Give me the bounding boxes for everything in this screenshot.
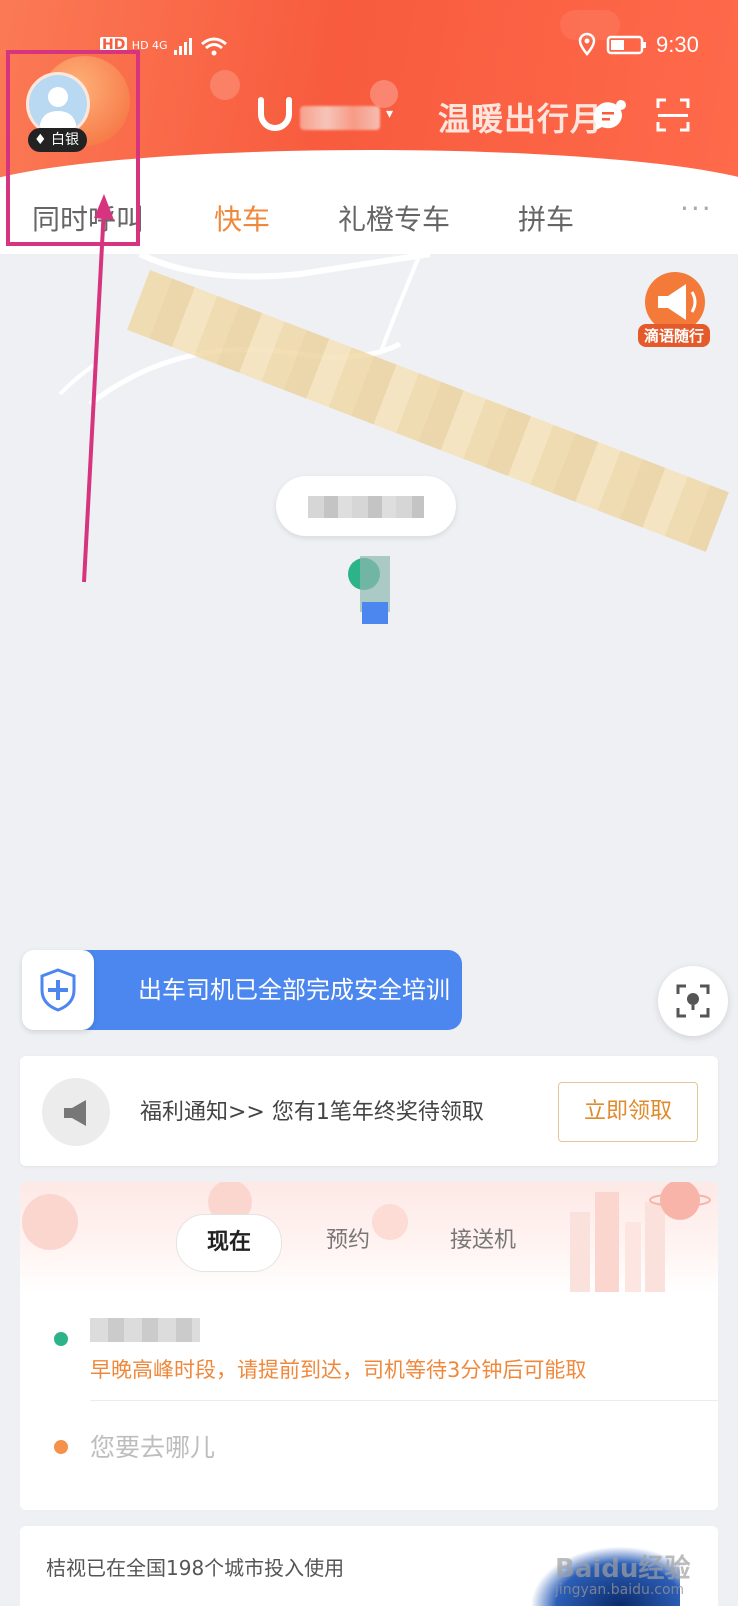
tab-reserve[interactable]: 预约: [326, 1222, 370, 1254]
safety-banner-text: 出车司机已全部完成安全培训: [62, 950, 462, 1030]
safety-banner[interactable]: 出车司机已全部完成安全培训: [22, 950, 462, 1030]
divider: [90, 1400, 718, 1401]
tab-carpool[interactable]: 拼车: [518, 198, 574, 238]
shield-tile: [22, 950, 94, 1030]
city-selector[interactable]: [300, 106, 380, 130]
pickup-hint: 早晚高峰时段，请提前到达，司机等待3分钟后可能取: [90, 1358, 587, 1382]
tab-now[interactable]: 现在: [176, 1214, 282, 1272]
header-decoration: [210, 70, 240, 100]
promo-text: 桔视已在全国198个城市投入使用: [46, 1556, 345, 1580]
watermark: Baidu经验: [555, 1554, 691, 1584]
shield-icon: [40, 968, 76, 1012]
pickup-bubble[interactable]: [276, 476, 456, 536]
announcement-icon-wrap: [42, 1078, 110, 1146]
promo-title[interactable]: 温暖出行月: [438, 94, 603, 140]
location-battery-icon: [578, 32, 646, 56]
crosshair-icon: [676, 984, 710, 1018]
notice-text[interactable]: 福利通知>> 您有1笔年终奖待领取: [140, 1094, 484, 1126]
arrow-icon: [82, 194, 114, 583]
destination-dot: [54, 1440, 68, 1454]
pickup-dot: [54, 1332, 68, 1346]
relocate-button[interactable]: [658, 966, 728, 1036]
pickup-address[interactable]: [90, 1318, 200, 1342]
announcement-icon: [64, 1100, 86, 1126]
speaker-label[interactable]: 滴语随行: [638, 324, 711, 347]
header-decoration: [370, 80, 398, 108]
signal-wifi-icon: [174, 37, 227, 56]
didi-logo-icon: [258, 97, 292, 131]
tab-express[interactable]: 快车: [214, 198, 270, 238]
destination-input[interactable]: 您要去哪儿: [90, 1428, 215, 1464]
location-pin-icon: [348, 556, 390, 624]
tab-airport[interactable]: 接送机: [450, 1222, 516, 1254]
more-tabs-button[interactable]: ···: [680, 192, 713, 225]
watermark-url: jingyan.baidu.com: [555, 1582, 685, 1598]
chevron-down-icon[interactable]: ▾: [386, 106, 393, 122]
tab-premier[interactable]: 礼橙专车: [338, 198, 450, 238]
clock: 9:30: [656, 32, 699, 57]
notice-card: 福利通知>> 您有1笔年终奖待领取 立即领取: [20, 1056, 718, 1166]
pickup-bubble-text: [308, 496, 424, 518]
claim-button[interactable]: 立即领取: [558, 1082, 698, 1142]
scan-icon[interactable]: [656, 98, 690, 132]
booking-card: 现在 预约 接送机 早晚高峰时段，请提前到达，司机等待3分钟后可能取 您要去哪儿: [20, 1182, 718, 1510]
message-icon[interactable]: [590, 100, 626, 134]
